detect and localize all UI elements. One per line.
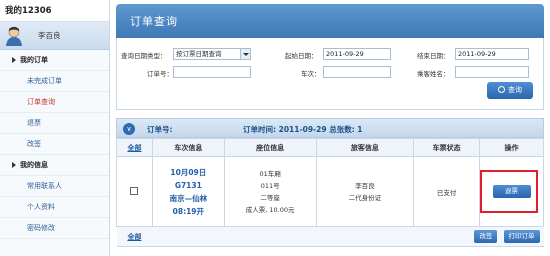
footer-actions: 改签 打印订单 [152, 226, 544, 247]
table-footer-row: 全部 改签 打印订单 [116, 226, 544, 247]
sidebar: 我的12306 李百良 我的订单 未完成订单 订单查询 退票 改签 我的信息 常… [0, 0, 110, 256]
car-number: 01车厢 [259, 169, 281, 178]
passenger-name-label: 乘客姓名： [417, 70, 450, 78]
order-time-summary: 订单时间: 2011-09-29 总张数: 1 [243, 125, 363, 134]
row-select-cell [116, 156, 153, 227]
train-no-input[interactable] [323, 66, 391, 78]
collapse-chevron-icon[interactable]: ∨ [123, 123, 135, 135]
date-type-label: 查询日期类型： [121, 52, 167, 60]
sidebar-item-unfinished-orders[interactable]: 未完成订单 [0, 71, 109, 92]
order-no-label: 订单号： [147, 70, 173, 78]
ticket-price: 成人票, 10.00元 [245, 205, 295, 214]
column-header: 操作 [479, 138, 544, 157]
sidebar-group-my-info[interactable]: 我的信息 [0, 155, 109, 176]
print-order-button[interactable]: 打印订单 [503, 230, 540, 243]
order-number-label: 订单号: [147, 125, 173, 134]
train-date: 10月09日 [170, 167, 207, 177]
page-title: 订单查询 [130, 15, 178, 28]
sidebar-group-my-orders[interactable]: 我的订单 [0, 50, 109, 71]
sidebar-item-label: 我的订单 [20, 56, 48, 64]
change-ticket-button[interactable]: 改签 [474, 230, 498, 243]
sidebar-title: 我的12306 [0, 0, 109, 22]
chevron-down-icon [240, 49, 250, 59]
order-no-input[interactable] [173, 66, 251, 78]
column-header: 车票状态 [413, 138, 481, 157]
query-button-label: 查询 [508, 86, 522, 94]
column-header: 座位信息 [223, 138, 317, 157]
triangle-right-icon [12, 162, 16, 168]
footer-select-all-link[interactable]: 全部 [116, 226, 153, 247]
query-form: 查询日期类型： 按订票日期查询 起始日期： 2011-09-29 结束日期： 2… [116, 38, 544, 110]
highlight-box [480, 170, 538, 213]
passenger-name-input[interactable] [455, 66, 529, 78]
date-type-select[interactable]: 按订票日期查询 [173, 48, 251, 60]
seat-number: 011号 [260, 181, 280, 190]
date-type-value: 按订票日期查询 [176, 50, 222, 58]
start-date-input[interactable]: 2011-09-29 [323, 48, 391, 60]
sidebar-item-refund[interactable]: 退票 [0, 113, 109, 134]
query-button[interactable]: 查询 [487, 82, 533, 99]
seat-info-cell: 01车厢 011号 二等座 成人票, 10.00元 [223, 156, 317, 227]
user-panel: 李百良 [0, 22, 109, 50]
column-header: 旅客信息 [315, 138, 415, 157]
sidebar-item-profile[interactable]: 个人资料 [0, 197, 109, 218]
sidebar-item-contacts[interactable]: 常用联系人 [0, 176, 109, 197]
triangle-right-icon [12, 57, 16, 63]
sidebar-item-change[interactable]: 改签 [0, 134, 109, 155]
result-header: ∨ 订单号: 订单时间: 2011-09-29 总张数: 1 [116, 118, 544, 138]
sidebar-item-password[interactable]: 密码修改 [0, 218, 109, 239]
passenger-name: 李百良 [355, 181, 375, 190]
end-date-input[interactable]: 2011-09-29 [455, 48, 529, 60]
end-date-label: 结束日期： [417, 52, 450, 60]
row-checkbox[interactable] [130, 186, 139, 195]
sidebar-item-label: 我的信息 [20, 161, 48, 169]
select-all-link[interactable]: 全部 [116, 138, 153, 157]
train-info-cell: 10月09日 G7131 南京—仙林 08:19开 [151, 156, 225, 227]
ticket-status: 已支付 [413, 156, 481, 227]
sidebar-item-order-query[interactable]: 订单查询 [0, 92, 109, 113]
search-icon [498, 86, 505, 93]
departure-time: 08:19开 [172, 206, 205, 216]
column-header: 车次信息 [151, 138, 225, 157]
user-name[interactable]: 李百良 [38, 30, 61, 41]
passenger-info-cell: 李百良 二代身份证 [315, 156, 415, 227]
start-date-label: 起始日期： [285, 52, 318, 60]
id-type: 二代身份证 [348, 193, 382, 202]
seat-class: 二等座 [260, 193, 280, 202]
table-header-row: 全部 车次信息 座位信息 旅客信息 车票状态 操作 [116, 138, 544, 157]
train-route: 南京—仙林 [169, 193, 208, 203]
train-no-label: 车次： [301, 70, 321, 78]
sidebar-menu: 我的订单 未完成订单 订单查询 退票 改签 我的信息 常用联系人 个人资料 密码… [0, 50, 109, 239]
title-bar: 订单查询 [116, 4, 544, 38]
main-panel: 订单查询 查询日期类型： 按订票日期查询 起始日期： 2011-09-29 结束… [110, 0, 550, 256]
avatar-icon [6, 26, 22, 46]
train-number: G7131 [174, 180, 202, 190]
